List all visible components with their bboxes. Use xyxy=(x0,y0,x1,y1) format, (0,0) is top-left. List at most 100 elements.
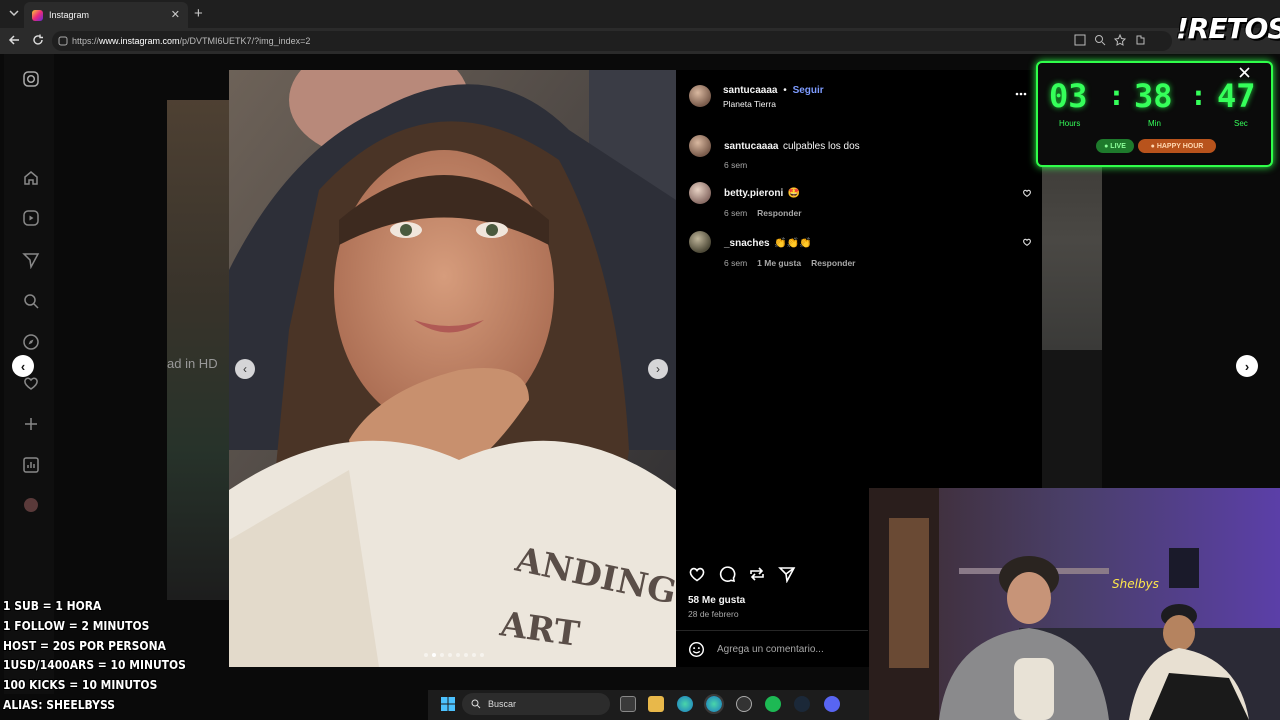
comment-like-count[interactable]: 1 Me gusta xyxy=(757,258,801,268)
post-photo-illustration: ANDING ART xyxy=(229,70,676,667)
background-post-text: ad in HD xyxy=(167,356,218,371)
rule-line: HOST = 20S POR PERSONA xyxy=(3,637,166,653)
close-overlay-icon[interactable] xyxy=(1239,67,1250,78)
install-app-icon[interactable] xyxy=(1074,34,1086,46)
rule-line: 100 KICKS = 10 MINUTOS xyxy=(3,677,158,693)
neon-sign: Shelbys xyxy=(1112,577,1159,591)
header-separator: • xyxy=(783,85,787,96)
repost-icon[interactable] xyxy=(748,565,766,583)
background-post-thumbnail xyxy=(167,100,229,600)
author-username[interactable]: santucaaaa xyxy=(723,85,777,96)
reply-button[interactable]: Responder xyxy=(757,208,801,218)
comment-text: culpables los dos xyxy=(782,141,860,152)
comment-icon[interactable] xyxy=(718,565,736,583)
carousel-dot xyxy=(448,653,452,657)
tab-instagram[interactable]: Instagram ✕ xyxy=(24,2,188,28)
carousel-dot xyxy=(464,653,468,657)
comment-username[interactable]: santucaaaa xyxy=(724,141,778,152)
steam-icon[interactable] xyxy=(794,696,810,712)
edge-icon[interactable] xyxy=(704,694,724,714)
like-comment-heart-icon[interactable] xyxy=(1022,237,1032,247)
comment-input[interactable]: Agrega un comentario... xyxy=(717,644,824,655)
extensions-icon[interactable] xyxy=(1134,34,1146,46)
zoom-icon[interactable] xyxy=(1094,34,1106,46)
tab-search-icon[interactable] xyxy=(8,7,20,19)
notifications-heart-icon[interactable] xyxy=(22,374,42,394)
carousel-prev-button[interactable]: ‹ xyxy=(235,359,255,379)
profile-avatar[interactable] xyxy=(24,498,38,512)
like-count[interactable]: 58 Me gusta xyxy=(688,595,745,606)
search-icon[interactable] xyxy=(22,292,42,312)
timer-minutes-label: Min xyxy=(1148,119,1161,128)
bookmark-star-icon[interactable] xyxy=(1114,34,1126,46)
rule-line: 1 SUB = 1 HORA xyxy=(3,598,102,613)
dashboard-icon[interactable] xyxy=(22,456,42,476)
close-tab-icon[interactable]: ✕ xyxy=(171,8,180,21)
spotify-icon[interactable] xyxy=(765,696,781,712)
follow-button[interactable]: Seguir xyxy=(793,85,824,96)
home-icon[interactable] xyxy=(22,169,42,189)
carousel-dot xyxy=(480,653,484,657)
explore-icon[interactable] xyxy=(22,333,42,353)
url-field[interactable]: https://www.instagram.com/p/DVTMI6UETK7/… xyxy=(52,31,1172,51)
rule-line: 1USD/1400ARS = 10 MINUTOS xyxy=(3,657,186,673)
reply-button[interactable]: Responder xyxy=(811,258,855,268)
share-icon[interactable] xyxy=(778,565,796,583)
carousel-dot xyxy=(424,653,428,657)
reload-icon[interactable] xyxy=(31,33,45,47)
comment-username[interactable]: betty.pieroni xyxy=(724,188,783,199)
comment-avatar[interactable] xyxy=(689,182,711,204)
browser-tab-bar xyxy=(0,0,1280,28)
messages-icon[interactable] xyxy=(22,251,42,271)
comment-avatar[interactable] xyxy=(689,135,711,157)
carousel-next-button[interactable]: › xyxy=(648,359,668,379)
comment-username[interactable]: _snaches xyxy=(724,238,770,249)
emoji-icon[interactable] xyxy=(688,641,705,658)
file-explorer-icon[interactable] xyxy=(648,696,664,712)
comment-item: betty.pieroni 🤩 6 sem Responder xyxy=(724,183,802,218)
like-heart-icon[interactable] xyxy=(688,565,706,583)
webcam-scene: Shelbys xyxy=(869,488,1280,720)
post-image: ANDING ART ‹ › xyxy=(229,70,676,667)
carousel-dot xyxy=(440,653,444,657)
url-path: /p/DVTMI6UETK7/?img_index=2 xyxy=(179,36,311,46)
site-info-icon[interactable] xyxy=(58,36,68,46)
create-icon[interactable] xyxy=(22,415,42,435)
taskbar-search[interactable]: Buscar xyxy=(462,693,610,715)
comment-meta: 6 sem xyxy=(724,160,860,170)
timer-minutes: 38 xyxy=(1134,77,1173,115)
comment-time[interactable]: 6 sem xyxy=(724,258,747,268)
comment-text: 🤩 xyxy=(787,188,801,199)
author-avatar[interactable] xyxy=(689,85,711,107)
timer-hours: 03 xyxy=(1049,77,1088,115)
comment-meta: 6 sem 1 Me gusta Responder xyxy=(724,258,856,268)
windows-start-icon[interactable] xyxy=(441,697,455,711)
edge-icon[interactable] xyxy=(677,696,693,712)
back-icon[interactable] xyxy=(7,33,21,47)
webcam-feed: Shelbys xyxy=(869,488,1280,720)
timer-colon: : xyxy=(1108,79,1125,112)
app-icon[interactable] xyxy=(736,696,752,712)
instagram-logo-icon[interactable] xyxy=(22,70,42,90)
search-label: Buscar xyxy=(488,699,517,709)
stream-rules-overlay: 1 SUB = 1 HORA 1 FOLLOW = 2 MINUTOS HOST… xyxy=(3,596,186,715)
task-view-icon[interactable] xyxy=(620,696,636,712)
next-post-button[interactable]: › xyxy=(1236,355,1258,377)
carousel-dots xyxy=(424,653,484,657)
previous-post-button[interactable]: ‹ xyxy=(12,355,34,377)
post-header: santucaaaa • Seguir Planeta Tierra xyxy=(723,85,824,109)
reels-icon[interactable] xyxy=(22,209,42,229)
comment-avatar[interactable] xyxy=(689,231,711,253)
like-comment-heart-icon[interactable] xyxy=(1022,188,1032,198)
more-options-icon[interactable] xyxy=(1015,92,1027,96)
timer-hours-label: Hours xyxy=(1059,119,1081,128)
comment-time[interactable]: 6 sem xyxy=(724,160,747,170)
post-location[interactable]: Planeta Tierra xyxy=(723,99,824,109)
happy-hour-badge: ● HAPPY HOUR xyxy=(1138,139,1216,153)
comment-time[interactable]: 6 sem xyxy=(724,208,747,218)
tab-title: Instagram xyxy=(49,10,90,20)
comment-item: santucaaaa culpables los dos 6 sem xyxy=(724,136,860,170)
new-tab-icon[interactable]: + xyxy=(194,5,203,22)
discord-icon[interactable] xyxy=(824,696,840,712)
url-host: www.instagram.com xyxy=(99,36,180,46)
